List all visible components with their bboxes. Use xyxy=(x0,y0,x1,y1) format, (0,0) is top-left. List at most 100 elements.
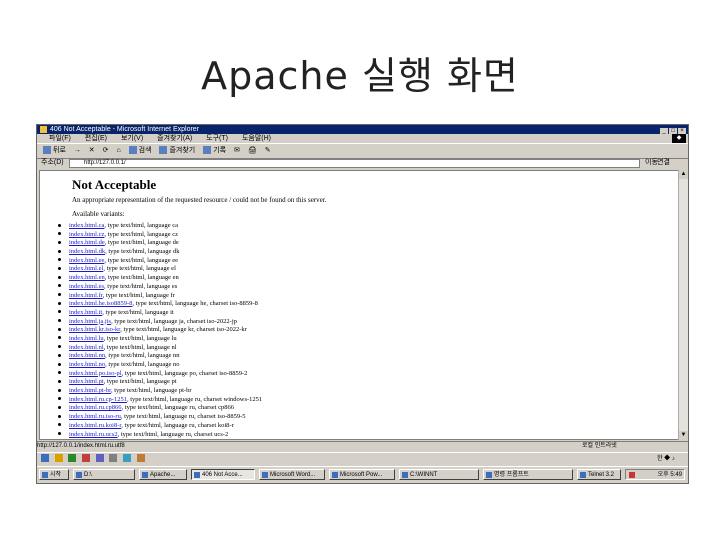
variant-link[interactable]: index.html.pt-br xyxy=(69,387,111,394)
list-item: index.html.cz, type text/html, language … xyxy=(58,231,262,240)
quick-launch-ie-icon[interactable] xyxy=(41,454,49,463)
variant-link[interactable]: index.html.ru.iso-ru xyxy=(69,413,121,420)
app-icon xyxy=(486,472,492,478)
vertical-scrollbar[interactable]: ▲ ▼ xyxy=(678,170,688,440)
bullet-icon xyxy=(58,223,61,227)
quick-launch-app2-icon[interactable] xyxy=(82,454,91,463)
variant-link[interactable]: index.html.no xyxy=(69,361,105,368)
variant-link[interactable]: index.html.kr.iso-kr xyxy=(69,326,120,333)
bullet-icon xyxy=(58,232,61,236)
bullet-icon xyxy=(58,293,61,297)
variant-link[interactable]: index.html.ru.koi8-r xyxy=(69,422,121,429)
browser-window: 406 Not Acceptable - Microsoft Internet … xyxy=(36,124,689,484)
refresh-button[interactable]: ⟳ xyxy=(103,144,109,158)
forward-button[interactable]: → xyxy=(74,144,81,158)
quick-launch-app4-icon[interactable] xyxy=(109,454,118,463)
variant-link[interactable]: index.html.ru.ucs2 xyxy=(69,431,118,438)
taskbar-button[interactable]: Apache... xyxy=(139,469,187,480)
links-button[interactable]: 연결 xyxy=(657,158,670,168)
list-item: index.html.lu, type text/html, language … xyxy=(58,335,262,344)
taskbar-button[interactable]: 명령 프롬프트 xyxy=(483,469,573,480)
app-icon xyxy=(580,472,586,478)
variant-link[interactable]: index.html.ja.jis xyxy=(69,318,111,325)
menu-view[interactable]: 보기(V) xyxy=(121,135,143,142)
taskbar-button[interactable]: C:\WINNT xyxy=(399,469,479,480)
variant-link[interactable]: index.html.pt xyxy=(69,378,104,385)
clock: 오후 5:49 xyxy=(657,472,682,478)
variant-link[interactable]: index.html.ee xyxy=(69,257,104,264)
variant-meta: , type text/html, language he, charset i… xyxy=(132,300,258,308)
quick-launch-app3-icon[interactable] xyxy=(95,454,104,463)
variant-meta: , type text/html, language nl xyxy=(103,343,177,351)
print-button[interactable]: 🖨 xyxy=(248,144,257,158)
variant-meta: , type text/html, language ru, charset k… xyxy=(121,421,234,429)
address-input[interactable]: http://127.0.0.1/ xyxy=(69,159,640,168)
taskbar-button[interactable]: Microsoft Pow... xyxy=(329,469,395,480)
scroll-up-icon[interactable]: ▲ xyxy=(679,170,688,179)
status-text: http://127.0.0.1/index.html.ru.utf8 xyxy=(37,443,125,449)
menu-file[interactable]: 파일(F) xyxy=(49,135,71,142)
taskbar-button[interactable]: D:\ xyxy=(73,469,135,480)
list-item: index.html.nl, type text/html, language … xyxy=(58,344,262,353)
variant-link[interactable]: index.html.it xyxy=(69,309,102,316)
variant-link[interactable]: index.html.nl xyxy=(69,344,104,351)
go-button[interactable]: 이동 xyxy=(645,158,658,168)
quick-launch-app-icon[interactable] xyxy=(68,454,77,463)
taskbar-button-label: D:\ xyxy=(84,472,92,478)
variant-link[interactable]: index.html.es xyxy=(69,283,104,290)
taskbar-button-label: C:\WINNT xyxy=(410,472,438,478)
home-button[interactable]: ⌂ xyxy=(116,144,120,158)
variant-link[interactable]: index.html.ru.ucs4 xyxy=(69,439,118,440)
favorites-button[interactable]: 즐겨찾기 xyxy=(159,144,195,158)
list-item: index.html.ru.iso-ru, type text/html, la… xyxy=(58,413,262,422)
taskbar-button[interactable]: 406 Not Acce... xyxy=(191,469,255,480)
quick-launch-app5-icon[interactable] xyxy=(123,454,132,463)
variant-link[interactable]: index.html.lu xyxy=(69,335,104,342)
window-title: 406 Not Acceptable - Microsoft Internet … xyxy=(50,126,200,133)
system-tray: 오후 5:49 xyxy=(625,469,685,480)
ime-indicator[interactable]: 한 ◆ ♪ xyxy=(657,453,675,466)
menu-tools[interactable]: 도구(T) xyxy=(206,135,228,142)
mail-button[interactable]: ✉ xyxy=(234,144,240,158)
taskbar-button[interactable]: Microsoft Word... xyxy=(259,469,325,480)
list-item: index.html.de, type text/html, language … xyxy=(58,239,262,248)
ie-icon xyxy=(40,126,47,133)
variant-link[interactable]: index.html.po.iso-pl xyxy=(69,370,122,377)
variant-link[interactable]: index.html.de xyxy=(69,239,105,246)
menu-favorites[interactable]: 즐겨찾기(A) xyxy=(157,135,192,142)
history-button[interactable]: 기록 xyxy=(203,144,226,158)
edit-button[interactable]: ✎ xyxy=(265,144,271,158)
scroll-down-icon[interactable]: ▼ xyxy=(679,431,688,440)
variant-link[interactable]: index.html.ru.cp-1251 xyxy=(69,396,127,403)
variant-link[interactable]: index.html.fr xyxy=(69,292,103,299)
list-item: index.html.po.iso-pl, type text/html, la… xyxy=(58,370,262,379)
variant-meta: , type text/html, language ru, charset i… xyxy=(120,413,246,421)
search-button[interactable]: 검색 xyxy=(128,144,152,158)
variant-link[interactable]: index.html.el xyxy=(69,265,103,272)
menu-help[interactable]: 도움말(H) xyxy=(242,135,271,142)
variant-link[interactable]: index.html.nn xyxy=(69,352,105,359)
variant-meta: , type text/html, language it xyxy=(102,308,174,316)
start-button[interactable]: 시작 xyxy=(39,469,69,480)
taskbar-button[interactable]: Telnet 3.2 xyxy=(577,469,621,480)
search-icon xyxy=(128,146,137,155)
menu-edit[interactable]: 편집(E) xyxy=(85,135,107,142)
page-heading: Not Acceptable xyxy=(72,177,157,192)
stop-button[interactable]: ✕ xyxy=(89,144,95,158)
back-button[interactable]: 뒤로 xyxy=(43,144,66,158)
variant-link[interactable]: index.html.en xyxy=(69,274,105,281)
tray-icon[interactable] xyxy=(629,472,635,478)
variant-link[interactable]: index.html.ca xyxy=(69,222,104,229)
quick-launch-app6-icon[interactable] xyxy=(136,454,145,463)
bullet-icon xyxy=(58,432,61,436)
taskbar-button-label: Microsoft Word... xyxy=(270,472,316,478)
status-bar: http://127.0.0.1/index.html.ru.utf8 로컬 인… xyxy=(37,441,688,451)
variant-link[interactable]: index.html.he.iso8859-8 xyxy=(69,300,132,307)
variant-link[interactable]: index.html.dk xyxy=(69,248,105,255)
quick-launch-folder-icon[interactable] xyxy=(54,454,63,463)
page-content: Not Acceptable An appropriate representa… xyxy=(39,170,679,440)
variant-link[interactable]: index.html.ru.cp866 xyxy=(69,404,122,411)
list-item: index.html.he.iso8859-8, type text/html,… xyxy=(58,300,262,309)
taskbar-button-label: Apache... xyxy=(150,472,176,478)
variant-link[interactable]: index.html.cz xyxy=(69,231,104,238)
